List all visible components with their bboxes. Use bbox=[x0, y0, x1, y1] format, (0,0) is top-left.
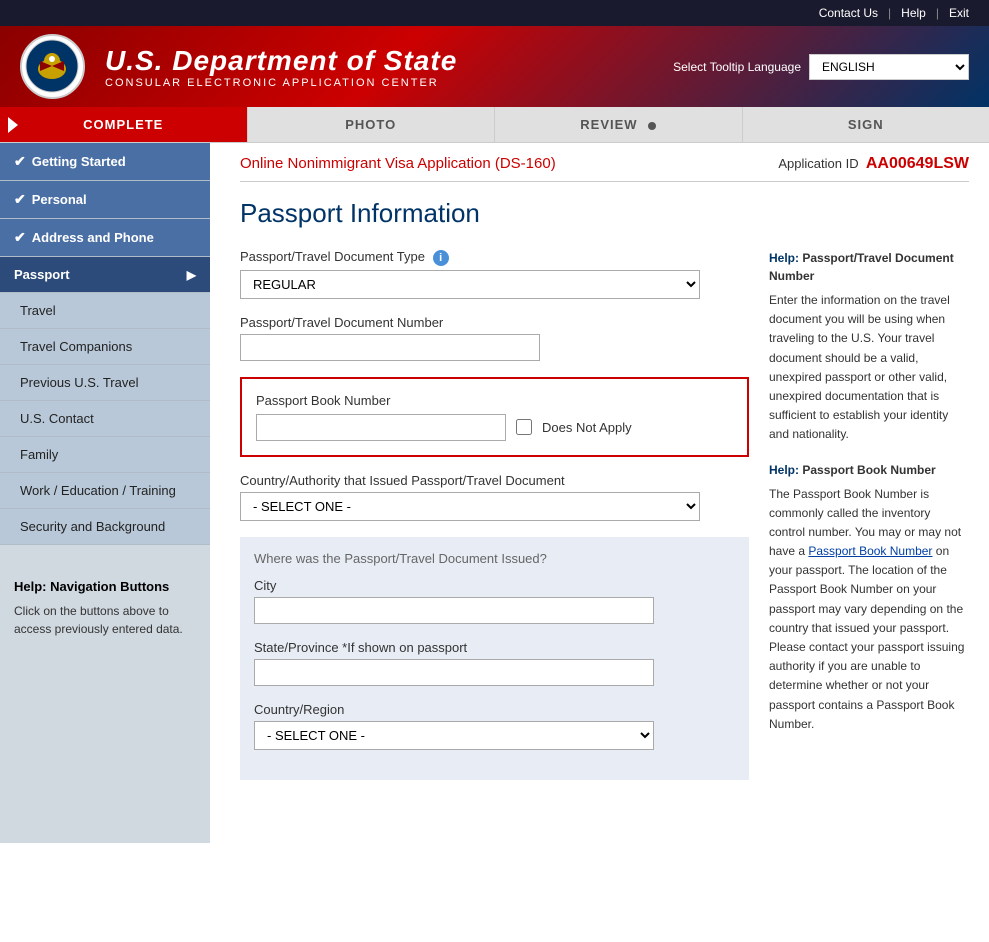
tab-photo-label: PHOTO bbox=[345, 117, 396, 132]
country-region-select[interactable]: - SELECT ONE - bbox=[254, 721, 654, 750]
progress-tabs: COMPLETE PHOTO REVIEW SIGN bbox=[0, 107, 989, 143]
form-content: Passport/Travel Document Type i REGULAR … bbox=[240, 249, 969, 796]
app-title: Online Nonimmigrant Visa Application (DS… bbox=[240, 155, 556, 172]
country-authority-select[interactable]: - SELECT ONE - bbox=[240, 492, 700, 521]
issued-where-label: Where was the Passport/Travel Document I… bbox=[254, 551, 735, 566]
tab-sign[interactable]: SIGN bbox=[743, 107, 989, 142]
check-icon-getting-started: ✔ bbox=[14, 153, 26, 169]
sidebar-label-getting-started: Getting Started bbox=[32, 154, 126, 169]
does-not-apply-label: Does Not Apply bbox=[542, 420, 632, 435]
department-subtitle: Consular Electronic Application Center bbox=[105, 77, 653, 89]
tab-review-label: REVIEW bbox=[580, 117, 637, 132]
tab-review[interactable]: REVIEW bbox=[495, 107, 743, 142]
doc-number-label: Passport/Travel Document Number bbox=[240, 315, 749, 330]
country-region-label: Country/Region bbox=[254, 702, 735, 717]
sidebar-item-passport[interactable]: Passport ▶ bbox=[0, 257, 210, 293]
country-region-group: Country/Region - SELECT ONE - bbox=[254, 702, 735, 750]
doc-number-input[interactable] bbox=[240, 334, 540, 361]
sidebar-item-personal[interactable]: ✔ Personal bbox=[0, 181, 210, 219]
sidebar-item-travel[interactable]: Travel bbox=[0, 293, 210, 329]
issued-section: Where was the Passport/Travel Document I… bbox=[240, 537, 749, 780]
sidebar-item-us-contact[interactable]: U.S. Contact bbox=[0, 401, 210, 437]
check-icon-address: ✔ bbox=[14, 229, 26, 245]
help-title-1: Help: Passport/Travel Document Number bbox=[769, 249, 969, 285]
country-authority-group: Country/Authority that Issued Passport/T… bbox=[240, 473, 749, 521]
language-selector-area: Select Tooltip Language ENGLISH SPANISH … bbox=[673, 54, 969, 80]
sidebar-item-getting-started[interactable]: ✔ Getting Started bbox=[0, 143, 210, 181]
city-label: City bbox=[254, 578, 735, 593]
contact-us-link[interactable]: Contact Us bbox=[809, 4, 888, 22]
app-id: Application ID AA00649LSW bbox=[778, 155, 969, 173]
app-id-value: AA00649LSW bbox=[866, 155, 969, 172]
main-layout: ✔ Getting Started ✔ Personal ✔ Address and … bbox=[0, 143, 989, 843]
sidebar-label-travel-companions: Travel Companions bbox=[20, 339, 132, 354]
sidebar-item-address[interactable]: ✔ Address and Phone bbox=[0, 219, 210, 257]
city-group: City bbox=[254, 578, 735, 624]
language-select[interactable]: ENGLISH SPANISH FRENCH PORTUGUESE CHINES… bbox=[809, 54, 969, 80]
doc-type-label: Passport/Travel Document Type i bbox=[240, 249, 749, 266]
logo bbox=[20, 34, 85, 99]
sidebar-label-personal: Personal bbox=[32, 192, 87, 207]
sidebar-label-previous-travel: Previous U.S. Travel bbox=[20, 375, 139, 390]
doc-type-select[interactable]: REGULAR OFFICIAL DIPLOMATIC OTHER bbox=[240, 270, 700, 299]
does-not-apply-checkbox[interactable] bbox=[516, 419, 532, 435]
content-area: Online Nonimmigrant Visa Application (DS… bbox=[210, 143, 989, 843]
sidebar-item-security[interactable]: Security and Background bbox=[0, 509, 210, 545]
sidebar-help-title: Help: Navigation Buttons bbox=[14, 579, 196, 594]
tab-photo[interactable]: PHOTO bbox=[248, 107, 496, 142]
sidebar-help: Help: Navigation Buttons Click on the bu… bbox=[0, 565, 210, 652]
doc-type-group: Passport/Travel Document Type i REGULAR … bbox=[240, 249, 749, 299]
passport-book-row: Does Not Apply bbox=[256, 414, 733, 441]
sidebar-item-travel-companions[interactable]: Travel Companions bbox=[0, 329, 210, 365]
book-number-label: Passport Book Number bbox=[256, 393, 733, 408]
help-title-2: Help: Passport Book Number bbox=[769, 461, 969, 479]
form-main: Passport/Travel Document Type i REGULAR … bbox=[240, 249, 749, 796]
help-link[interactable]: Help bbox=[891, 4, 936, 22]
department-title: U.S. Department of State bbox=[105, 45, 653, 77]
sidebar-label-passport: Passport bbox=[14, 267, 70, 282]
review-dot bbox=[648, 122, 656, 130]
passport-book-section: Passport Book Number Does Not Apply bbox=[240, 377, 749, 457]
sidebar-item-family[interactable]: Family bbox=[0, 437, 210, 473]
page-title: Passport Information bbox=[240, 198, 969, 229]
application-header: Online Nonimmigrant Visa Application (DS… bbox=[240, 143, 969, 182]
help-panel: Help: Passport/Travel Document Number En… bbox=[769, 249, 969, 796]
sidebar-label-address: Address and Phone bbox=[32, 230, 154, 245]
tab-complete-label: COMPLETE bbox=[83, 117, 163, 132]
doc-type-info-icon[interactable]: i bbox=[433, 250, 449, 266]
check-icon-personal: ✔ bbox=[14, 191, 26, 207]
sidebar-item-work-education[interactable]: Work / Education / Training bbox=[0, 473, 210, 509]
state-group: State/Province *If shown on passport bbox=[254, 640, 735, 686]
top-bar: Contact Us | Help | Exit bbox=[0, 0, 989, 26]
sidebar-item-previous-travel[interactable]: Previous U.S. Travel bbox=[0, 365, 210, 401]
site-header: U.S. Department of State Consular Electr… bbox=[0, 26, 989, 107]
help-text-1: Enter the information on the travel docu… bbox=[769, 291, 969, 445]
country-authority-label: Country/Authority that Issued Passport/T… bbox=[240, 473, 749, 488]
sidebar-label-travel: Travel bbox=[20, 303, 56, 318]
tab-sign-label: SIGN bbox=[848, 117, 884, 132]
lang-label: Select Tooltip Language bbox=[673, 60, 801, 74]
tab-complete[interactable]: COMPLETE bbox=[0, 107, 248, 142]
sidebar-help-text: Click on the buttons above to access pre… bbox=[14, 602, 196, 638]
app-id-label: Application ID bbox=[778, 156, 858, 171]
sidebar: ✔ Getting Started ✔ Personal ✔ Address and … bbox=[0, 143, 210, 843]
state-input[interactable] bbox=[254, 659, 654, 686]
city-input[interactable] bbox=[254, 597, 654, 624]
sidebar-label-us-contact: U.S. Contact bbox=[20, 411, 94, 426]
passport-book-number-link[interactable]: Passport Book Number bbox=[808, 544, 932, 558]
sidebar-label-security: Security and Background bbox=[20, 519, 165, 534]
header-title: U.S. Department of State Consular Electr… bbox=[105, 45, 653, 89]
doc-number-group: Passport/Travel Document Number bbox=[240, 315, 749, 361]
sidebar-label-work-education: Work / Education / Training bbox=[20, 483, 176, 498]
exit-link[interactable]: Exit bbox=[939, 4, 979, 22]
sidebar-label-family: Family bbox=[20, 447, 58, 462]
book-number-input[interactable] bbox=[256, 414, 506, 441]
passport-arrow-icon: ▶ bbox=[187, 268, 196, 282]
state-label: State/Province *If shown on passport bbox=[254, 640, 735, 655]
help-text-2: The Passport Book Number is commonly cal… bbox=[769, 485, 969, 734]
